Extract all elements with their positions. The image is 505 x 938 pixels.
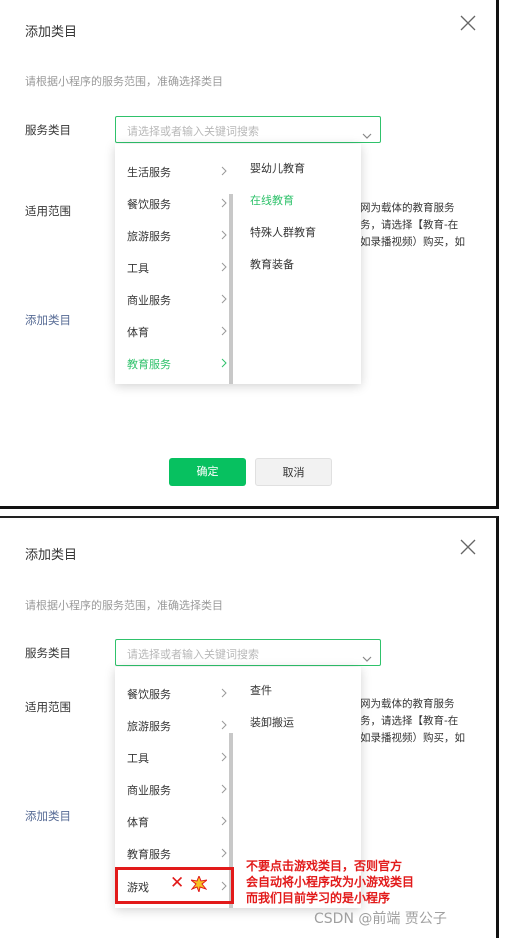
chevron-right-icon bbox=[221, 720, 227, 733]
chevron-right-icon bbox=[221, 294, 227, 307]
subcategory-item-online-education[interactable]: 在线教育 bbox=[250, 192, 294, 208]
dialog-description: 请根据小程序的服务范围，准确选择类目 bbox=[25, 75, 223, 88]
category-item[interactable]: 生活服务 bbox=[127, 160, 227, 184]
category-item[interactable]: 商业服务 bbox=[127, 288, 227, 312]
screenshot-divider bbox=[0, 509, 505, 516]
subcategory-item[interactable]: 婴幼儿教育 bbox=[250, 160, 305, 176]
category-item[interactable]: 教育服务 bbox=[127, 842, 227, 866]
category-item[interactable]: 旅游服务 bbox=[127, 714, 227, 738]
warning-line: 不要点击游戏类目，否则官方 bbox=[246, 859, 403, 873]
chevron-right-icon bbox=[221, 752, 227, 765]
scope-label: 适用范围 bbox=[25, 204, 71, 218]
service-category-label: 服务类目 bbox=[25, 646, 71, 660]
subcategory-item[interactable]: 装卸搬运 bbox=[250, 714, 294, 730]
service-category-label: 服务类目 bbox=[25, 123, 71, 137]
add-category-dialog: 添加类目 请根据小程序的服务范围，准确选择类目 服务类目 请选择或者输入关键词搜… bbox=[0, 0, 499, 509]
add-category-link[interactable]: 添加类目 bbox=[25, 808, 71, 824]
category-dropdown: 生活服务 餐饮服务 旅游服务 工具 商业服务 体育 教育服务 婴幼儿教育 在线教… bbox=[115, 144, 361, 384]
close-icon[interactable] bbox=[460, 15, 476, 31]
warning-line: 而我们目前学习的是小程序 bbox=[246, 891, 391, 905]
subcategory-item[interactable]: 教育装备 bbox=[250, 256, 294, 272]
chevron-down-icon bbox=[362, 125, 372, 144]
burst-icon bbox=[189, 874, 209, 896]
chevron-right-icon bbox=[221, 198, 227, 211]
category-item[interactable]: 工具 bbox=[127, 256, 227, 280]
subcategory-column: 婴幼儿教育 在线教育 特殊人群教育 教育装备 bbox=[237, 144, 361, 384]
chevron-right-icon bbox=[221, 262, 227, 275]
category-item[interactable]: 旅游服务 bbox=[127, 224, 227, 248]
chevron-right-icon bbox=[221, 848, 227, 861]
category-item-education[interactable]: 教育服务 bbox=[127, 352, 227, 376]
chevron-right-icon bbox=[221, 784, 227, 797]
category-item[interactable]: 餐饮服务 bbox=[127, 682, 227, 706]
cross-icon: ✕ bbox=[170, 873, 185, 893]
category-item[interactable]: 体育 bbox=[127, 810, 227, 834]
watermark: CSDN @前端 贾公子 bbox=[314, 911, 447, 927]
warning-annotation: 不要点击游戏类目，否则官方 会自动将小程序改为小游戏类目 而我们目前学习的是小程… bbox=[246, 858, 414, 906]
scrollbar[interactable] bbox=[229, 194, 233, 384]
scope-description: 网为载体的教育服务 务，请选择【教育-在 如录播视频）购买，如 bbox=[360, 200, 465, 251]
chevron-right-icon bbox=[221, 326, 227, 339]
scope-text-line: 如录播视频）购买，如 bbox=[360, 732, 465, 744]
category-search-select[interactable]: 请选择或者输入关键词搜索 bbox=[115, 639, 381, 666]
category-item[interactable]: 体育 bbox=[127, 320, 227, 344]
close-icon[interactable] bbox=[460, 539, 476, 555]
cancel-button[interactable]: 取消 bbox=[255, 458, 332, 486]
chevron-right-icon bbox=[221, 358, 227, 371]
confirm-button[interactable]: 确定 bbox=[169, 458, 246, 486]
scope-text-line: 务，请选择【教育-在 bbox=[360, 715, 459, 727]
scope-text-line: 务，请选择【教育-在 bbox=[360, 219, 459, 231]
scope-text-line: 网为载体的教育服务 bbox=[360, 698, 455, 710]
chevron-down-icon bbox=[362, 648, 372, 667]
add-category-link[interactable]: 添加类目 bbox=[25, 312, 71, 328]
warning-line: 会自动将小程序改为小游戏类目 bbox=[246, 875, 415, 889]
search-placeholder: 请选择或者输入关键词搜索 bbox=[127, 648, 259, 661]
dialog-title: 添加类目 bbox=[25, 548, 78, 563]
dialog-title: 添加类目 bbox=[25, 25, 78, 40]
scope-description: 网为载体的教育服务 务，请选择【教育-在 如录播视频）购买，如 bbox=[360, 696, 465, 747]
category-item[interactable]: 工具 bbox=[127, 746, 227, 770]
chevron-right-icon bbox=[221, 816, 227, 829]
category-column: 生活服务 餐饮服务 旅游服务 工具 商业服务 体育 教育服务 bbox=[115, 144, 233, 384]
scope-text-line: 网为载体的教育服务 bbox=[360, 202, 455, 214]
scope-label: 适用范围 bbox=[25, 700, 71, 714]
scope-text-line: 如录播视频）购买，如 bbox=[360, 236, 465, 248]
chevron-right-icon bbox=[221, 688, 227, 701]
subcategory-item[interactable]: 特殊人群教育 bbox=[250, 224, 316, 240]
search-placeholder: 请选择或者输入关键词搜索 bbox=[127, 125, 259, 138]
category-search-select[interactable]: 请选择或者输入关键词搜索 bbox=[115, 116, 381, 143]
category-item[interactable]: 商业服务 bbox=[127, 778, 227, 802]
chevron-right-icon bbox=[221, 230, 227, 243]
chevron-right-icon bbox=[221, 166, 227, 179]
subcategory-item[interactable]: 查件 bbox=[250, 682, 272, 698]
category-item[interactable]: 餐饮服务 bbox=[127, 192, 227, 216]
dialog-description: 请根据小程序的服务范围，准确选择类目 bbox=[25, 599, 223, 612]
